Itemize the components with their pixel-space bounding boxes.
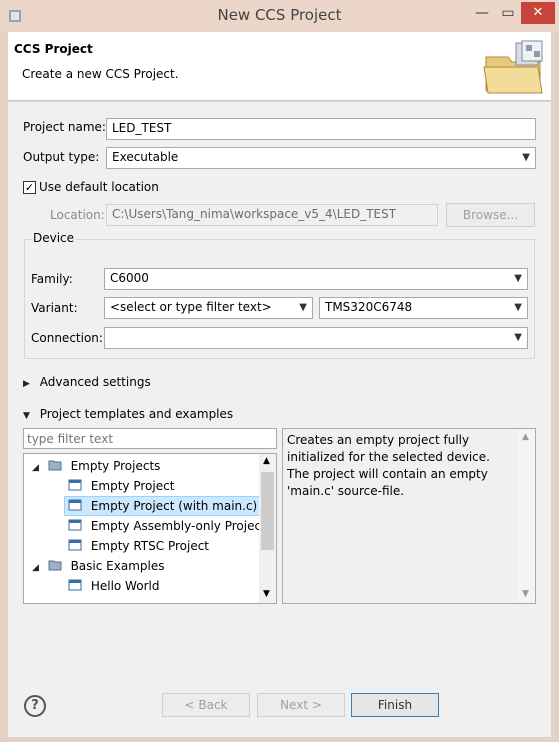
scrollbar-thumb[interactable]	[261, 472, 274, 550]
tree-item-empty-project-main[interactable]: Empty Project (with main.c)	[64, 496, 262, 516]
use-default-label: Use default location	[39, 180, 159, 194]
tree-scrollbar[interactable]: ▲ ▼	[259, 454, 276, 603]
use-default-checkbox[interactable]: ✓	[23, 181, 36, 194]
finish-button[interactable]: Finish	[351, 693, 439, 717]
output-type-value: Executable	[112, 150, 179, 164]
tree-item-label: Empty Assembly-only Project	[90, 519, 266, 533]
tree-item-empty-project[interactable]: Empty Project	[68, 476, 174, 496]
chevron-down-icon: ▼	[514, 332, 522, 343]
variant-label: Variant:	[31, 301, 78, 315]
template-icon	[68, 519, 82, 531]
advanced-settings-label: Advanced settings	[39, 375, 151, 389]
advanced-settings-toggle[interactable]: ▶ Advanced settings	[23, 375, 151, 389]
tree-item-hello-world[interactable]: Hello World	[68, 576, 159, 596]
template-icon	[68, 579, 82, 591]
variant-filter-text: <select or type filter text>	[110, 300, 272, 314]
chevron-down-icon: ▼	[514, 302, 522, 313]
template-icon	[68, 539, 82, 551]
maximize-button[interactable]: ▭	[495, 2, 521, 24]
collapse-arrow-icon: ◢	[32, 463, 39, 473]
scroll-up-icon[interactable]: ▲	[522, 432, 529, 442]
next-button[interactable]: Next >	[257, 693, 345, 717]
scroll-down-icon[interactable]: ▼	[263, 589, 270, 599]
output-type-label: Output type:	[23, 150, 100, 164]
chevron-down-icon: ▼	[514, 273, 522, 284]
family-label: Family:	[31, 272, 73, 286]
collapse-arrow-icon: ▼	[23, 411, 30, 421]
dialog-header: CCS Project Create a new CCS Project.	[8, 32, 551, 101]
project-name-label: Project name:	[23, 120, 106, 134]
templates-label: Project templates and examples	[39, 407, 234, 421]
tree-item-label: Empty Project	[90, 479, 175, 493]
minimize-button[interactable]: —	[469, 2, 495, 24]
folder-icon	[48, 460, 62, 471]
scroll-up-icon[interactable]: ▲	[263, 456, 270, 466]
template-icon	[68, 479, 82, 491]
template-description-panel: Creates an empty project fully initializ…	[282, 428, 536, 604]
chevron-down-icon: ▼	[522, 152, 530, 163]
expand-arrow-icon: ▶	[23, 379, 30, 389]
tree-item-label: Empty Project (with main.c)	[90, 499, 258, 513]
variant-value: TMS320C6748	[325, 300, 413, 314]
scroll-down-icon[interactable]: ▼	[522, 589, 529, 599]
tree-item-label: Basic Examples	[70, 559, 165, 573]
output-type-select[interactable]: Executable ▼	[106, 147, 536, 169]
project-name-input[interactable]: LED_TEST	[106, 118, 536, 140]
connection-select[interactable]: ▼	[104, 327, 528, 349]
variant-select[interactable]: TMS320C6748 ▼	[319, 297, 528, 319]
template-tree: ◢ Empty Projects Empty Project Empty Pro…	[23, 453, 277, 604]
location-label: Location:	[50, 208, 105, 222]
dialog-content: Project name: LED_TEST Output type: Exec…	[8, 102, 551, 667]
chevron-down-icon: ▼	[299, 302, 307, 313]
back-button[interactable]: < Back	[162, 693, 250, 717]
header-subtitle: Create a new CCS Project.	[22, 67, 179, 81]
template-description: Creates an empty project fully initializ…	[287, 433, 490, 498]
tree-item-label: Hello World	[90, 579, 160, 593]
location-input[interactable]: C:\Users\Tang_nima\workspace_v5_4\LED_TE…	[106, 204, 438, 226]
description-scrollbar[interactable]: ▲ ▼	[518, 429, 535, 603]
header-title: CCS Project	[14, 42, 93, 56]
tree-item-empty-rtsc[interactable]: Empty RTSC Project	[68, 536, 209, 556]
help-icon[interactable]: ?	[24, 695, 46, 717]
button-bar: ? < Back Next > Finish	[8, 667, 551, 737]
family-value: C6000	[110, 271, 149, 285]
templates-toggle[interactable]: ▼ Project templates and examples	[23, 407, 233, 421]
variant-filter-input[interactable]: <select or type filter text> ▼	[104, 297, 313, 319]
collapse-arrow-icon: ◢	[32, 563, 39, 573]
tree-item-empty-projects[interactable]: ◢ Empty Projects	[32, 456, 160, 476]
tree-item-empty-assembly[interactable]: Empty Assembly-only Project	[68, 516, 266, 536]
folder-icon	[48, 560, 62, 571]
connection-label: Connection:	[31, 331, 103, 345]
tree-item-label: Empty RTSC Project	[90, 539, 209, 553]
tree-item-basic-examples[interactable]: ◢ Basic Examples	[32, 556, 164, 576]
tree-item-label: Empty Projects	[70, 459, 161, 473]
close-button[interactable]: ✕	[521, 2, 555, 24]
title-bar: New CCS Project — ▭ ✕	[0, 0, 559, 32]
new-project-folder-icon	[483, 40, 543, 94]
device-group-label: Device	[31, 231, 77, 245]
family-select[interactable]: C6000 ▼	[104, 268, 528, 290]
template-icon	[68, 499, 82, 511]
template-filter-input[interactable]	[23, 428, 277, 449]
browse-button[interactable]: Browse...	[446, 203, 535, 227]
